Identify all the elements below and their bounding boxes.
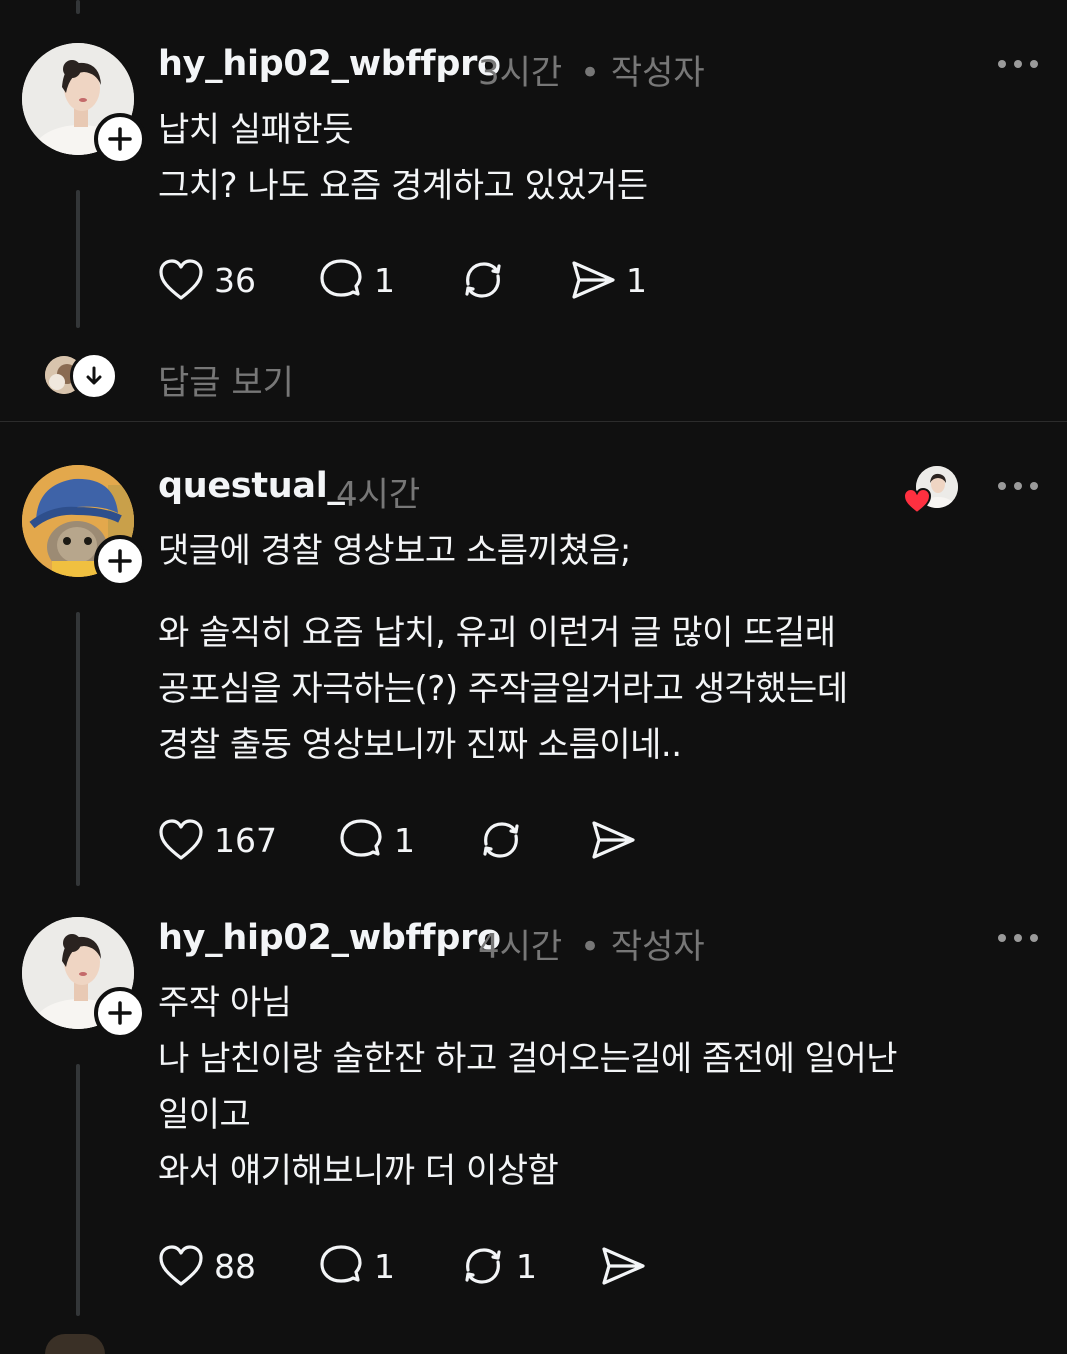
post-text-line: 납치 실패한듯 [158,110,354,150]
more-options-button[interactable] [998,931,1038,945]
repost-button[interactable]: 1 [460,1244,537,1288]
heart-icon [159,259,203,300]
share-button[interactable] [590,818,646,862]
like-count: 36 [214,260,256,300]
follow-button[interactable] [94,113,146,165]
comment-icon [320,259,362,297]
reply-button[interactable]: 1 [318,258,395,302]
post-text-line: 공포심을 자극하는(?) 주작글일거라고 생각했는데 [158,669,848,709]
next-reply-avatar [45,1334,105,1354]
username[interactable]: questual_ [158,466,345,506]
send-icon [592,821,635,859]
plus-icon [108,127,132,151]
share-button[interactable] [600,1244,656,1288]
post-text-line: 그치? 나도 요즘 경계하고 있었거든 [158,166,648,206]
repost-count: 1 [516,1246,537,1286]
comment-icon [340,819,382,857]
like-button[interactable]: 88 [158,1244,256,1288]
post-text-line: 댓글에 경찰 영상보고 소름끼쳤음; [158,531,631,571]
arrow-down-icon [86,366,102,385]
repost-button[interactable] [460,258,516,302]
like-button[interactable]: 36 [158,258,256,302]
like-count: 88 [214,1246,256,1286]
author-tag: • 작성자 [580,53,705,93]
thread-line [76,190,80,328]
post-time: 4시간 [478,927,563,967]
post-text-line: 와서 얘기해보니까 더 이상함 [158,1151,559,1191]
reply-count: 1 [374,260,395,300]
view-replies-link[interactable]: 답글 보기 [158,355,294,404]
more-options-button[interactable] [998,479,1038,493]
thread-line [76,1064,80,1316]
heart-icon [159,819,203,860]
like-button[interactable]: 167 [158,818,277,862]
repost-icon [465,1248,501,1284]
repost-button[interactable] [478,818,534,862]
username[interactable]: hy_hip02_wbffpro [158,918,501,958]
post-text-line: 경찰 출동 영상보니까 진짜 소름이네.. [158,725,682,765]
follow-button[interactable] [94,987,146,1039]
post-time: 4시간 [336,475,421,515]
reply-button[interactable]: 1 [338,818,415,862]
reply-count: 1 [394,820,415,860]
username[interactable]: hy_hip02_wbffpro [158,44,501,84]
repost-icon [465,262,501,298]
like-count: 167 [214,820,277,860]
post-text-line: 나 남친이랑 술한잔 하고 걸어오는길에 좀전에 일어난 [158,1039,898,1079]
divider [0,421,1067,422]
plus-icon [108,549,132,573]
post-time: 3시간 [478,53,563,93]
send-icon [572,261,615,299]
share-button[interactable]: 1 [570,258,647,302]
repost-icon [483,822,519,858]
share-count: 1 [626,260,647,300]
reply-count: 1 [374,1246,395,1286]
thread-line [76,0,80,14]
post-text-line: 일이고 [158,1095,251,1135]
thread-line [76,612,80,886]
more-options-button[interactable] [998,57,1038,71]
expand-replies-button[interactable] [70,352,118,400]
post-text-line: 와 솔직히 요즘 납치, 유괴 이런거 글 많이 뜨길래 [158,613,836,653]
heart-icon [902,487,932,515]
reply-button[interactable]: 1 [318,1244,395,1288]
author-tag: • 작성자 [580,927,705,967]
heart-icon [159,1245,203,1286]
send-icon [602,1247,645,1285]
post-text-line: 주작 아님 [158,983,292,1023]
comment-icon [320,1245,362,1283]
follow-button[interactable] [94,535,146,587]
plus-icon [108,1001,132,1025]
